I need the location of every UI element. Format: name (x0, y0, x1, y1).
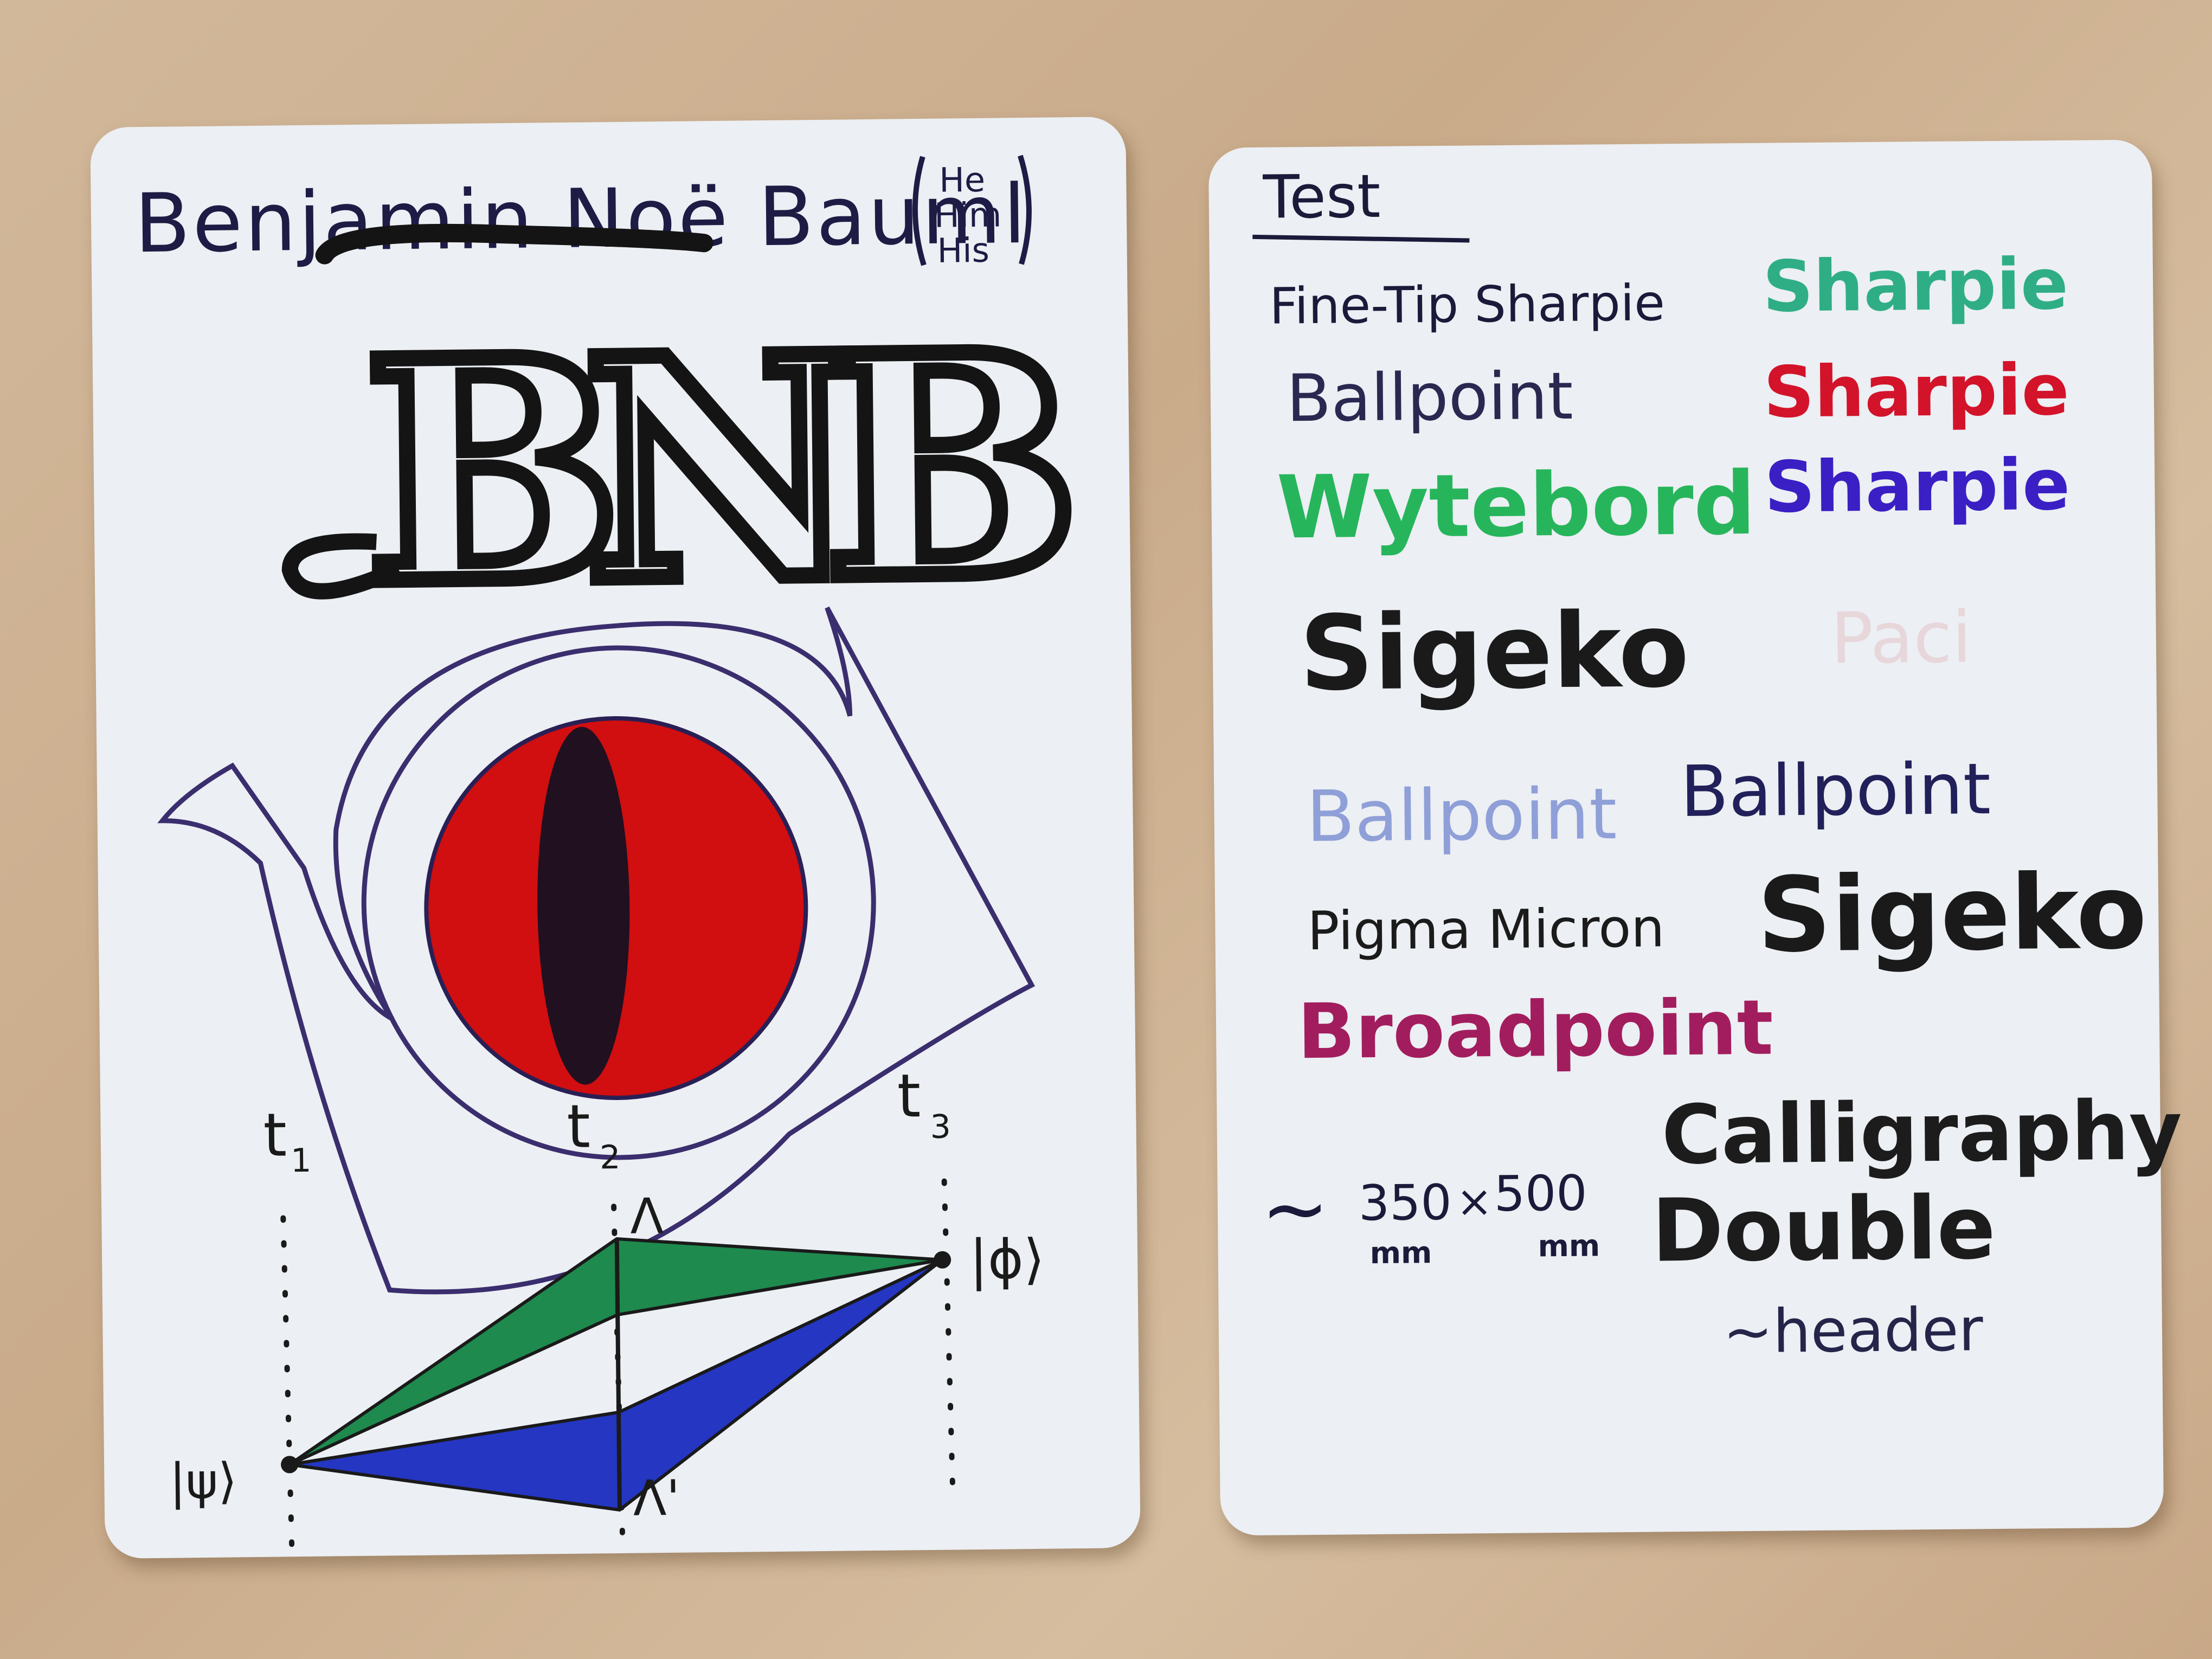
sample-paci-faint: Paci (1830, 596, 1972, 679)
sample-sigeko-1: Sigeko (1299, 590, 1690, 713)
time-label-3: t (897, 1061, 921, 1130)
size-unit-2: mm (1538, 1228, 1600, 1263)
sample-wytebord: Wytebord (1276, 453, 1756, 558)
sample-header: ~header (1722, 1295, 1984, 1366)
sample-broadpoint: Broadpoint (1297, 984, 1773, 1077)
title-underline (1252, 234, 1470, 243)
sample-ballpoint-light: Ballpoint (1306, 773, 1617, 858)
sample-sharpie-teal: Sharpie (1762, 243, 2068, 328)
sample-fine-tip-sharpie: Fine-Tip Sharpie (1269, 274, 1665, 335)
size-tilde: ∼ (1261, 1162, 1329, 1257)
pronoun-his: His (937, 230, 989, 271)
test-title: Test (1262, 162, 1381, 232)
card-name: Benjamin Noë Bauml (134, 168, 1028, 271)
size-times: × (1456, 1176, 1493, 1227)
svg-text:BNB: BNB (363, 288, 1067, 652)
size-width: 350 (1358, 1174, 1452, 1232)
sample-sigeko-2: Sigeko (1757, 852, 2147, 975)
bnb-monogram-logo: BNB (281, 223, 1075, 660)
identity-card: Benjamin Noë Bauml He Him His BNB t 1 t … (90, 117, 1141, 1565)
lambda-top: Λ (630, 1188, 664, 1245)
time-subscript-3: 3 (930, 1108, 951, 1146)
pen-test-drawing: Test Fine-Tip Sharpie Sharpie Ballpoint … (1252, 162, 2183, 1366)
state-phi: |ϕ⟩ (969, 1227, 1045, 1291)
sample-sharpie-red: Sharpie (1763, 349, 2069, 434)
sample-sharpie-blue: Sharpie (1764, 443, 2070, 529)
path-diagram: t 1 t 2 t 3 |ψ⟩ |ϕ⟩ Λ Λ' (169, 1061, 1045, 1565)
sample-double: Double (1651, 1177, 1996, 1282)
french-horn-eye-illustration (157, 606, 1036, 1295)
sample-calligraphy: Calligraphy (1661, 1084, 2183, 1182)
state-psi: |ψ⟩ (169, 1452, 237, 1510)
time-label-2: t (567, 1092, 590, 1161)
sample-ballpoint-navy: Ballpoint (1680, 748, 1991, 833)
size-unit-1: mm (1369, 1235, 1432, 1270)
lambda-bottom: Λ' (633, 1470, 680, 1527)
pen-test-card: Test Fine-Tip Sharpie Sharpie Ballpoint … (1208, 139, 2183, 1536)
sample-pigma-micron: Pigma Micron (1307, 897, 1665, 962)
size-height: 500 (1494, 1165, 1587, 1223)
identity-card-drawing: Benjamin Noë Bauml He Him His BNB t 1 t … (134, 155, 1075, 1565)
card-size-note: ∼ 350 × 500 mm mm (1261, 1162, 1600, 1270)
time-subscript-2: 2 (600, 1139, 621, 1176)
pronoun-he: He (939, 160, 986, 200)
pronoun-him: Him (934, 195, 1002, 235)
time-label-1: t (263, 1100, 287, 1169)
time-subscript-1: 1 (291, 1142, 312, 1180)
sample-ballpoint-dark: Ballpoint (1286, 359, 1573, 437)
